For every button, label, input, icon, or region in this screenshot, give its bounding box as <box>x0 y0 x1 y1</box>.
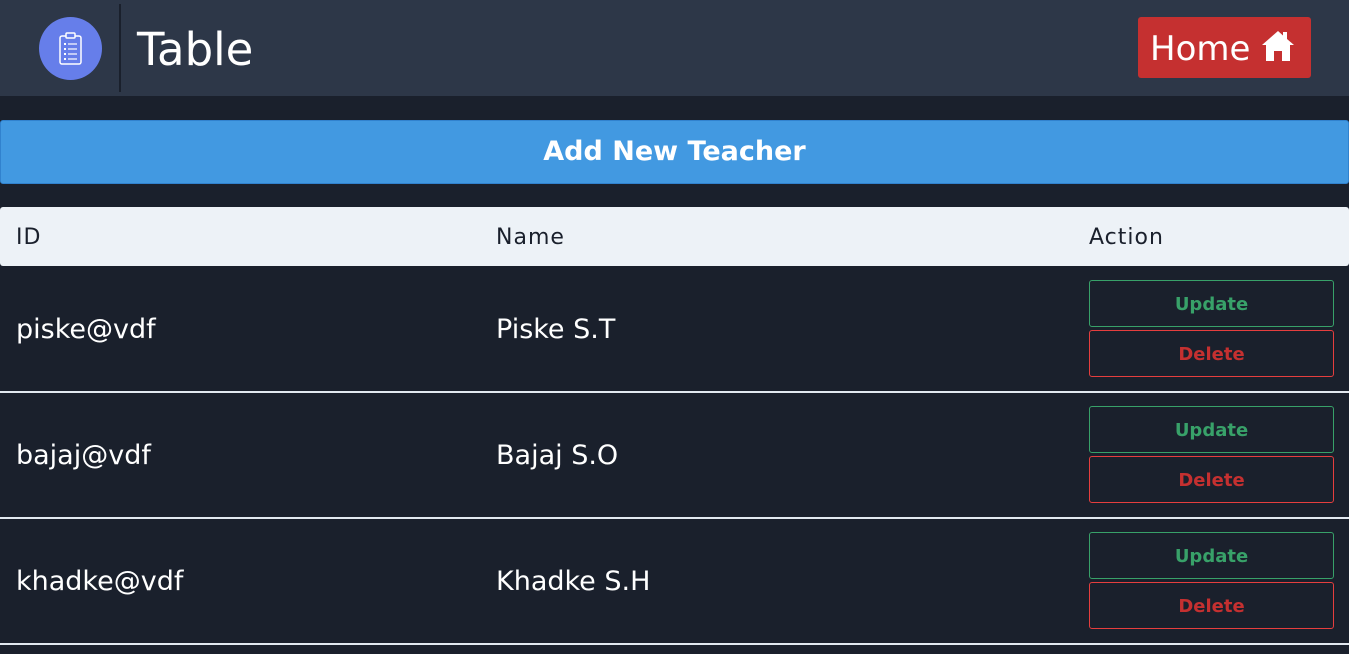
teacher-id: khadke@vdf <box>16 566 184 597</box>
home-button[interactable]: Home <box>1138 17 1311 78</box>
delete-button[interactable]: Delete <box>1089 582 1334 629</box>
table-row: bajaj@vdf Bajaj S.O Update Delete <box>0 393 1349 519</box>
update-button[interactable]: Update <box>1089 406 1334 453</box>
header-divider <box>119 4 121 92</box>
page-title: Table <box>137 23 254 76</box>
table-row: khadke@vdf Khadke S.H Update Delete <box>0 519 1349 645</box>
teacher-name: Bajaj S.O <box>496 440 619 471</box>
teacher-name: Khadke S.H <box>496 566 651 597</box>
delete-button[interactable]: Delete <box>1089 456 1334 503</box>
teacher-name: Piske S.T <box>496 314 616 345</box>
delete-button[interactable]: Delete <box>1089 330 1334 377</box>
top-navbar: Table Home <box>0 0 1349 96</box>
teacher-id: bajaj@vdf <box>16 440 151 471</box>
column-header-name: Name <box>496 225 565 250</box>
home-button-label: Home <box>1150 29 1251 69</box>
clipboard-icon <box>59 32 82 65</box>
update-button[interactable]: Update <box>1089 280 1334 327</box>
table-row: piske@vdf Piske S.T Update Delete <box>0 267 1349 393</box>
teacher-id: piske@vdf <box>16 314 156 345</box>
app-logo[interactable] <box>39 17 102 80</box>
table-header: ID Name Action <box>0 207 1349 266</box>
update-button[interactable]: Update <box>1089 532 1334 579</box>
column-header-id: ID <box>16 225 42 250</box>
home-icon <box>1262 31 1294 61</box>
column-header-action: Action <box>1089 225 1164 250</box>
add-new-teacher-button[interactable]: Add New Teacher <box>0 120 1349 184</box>
